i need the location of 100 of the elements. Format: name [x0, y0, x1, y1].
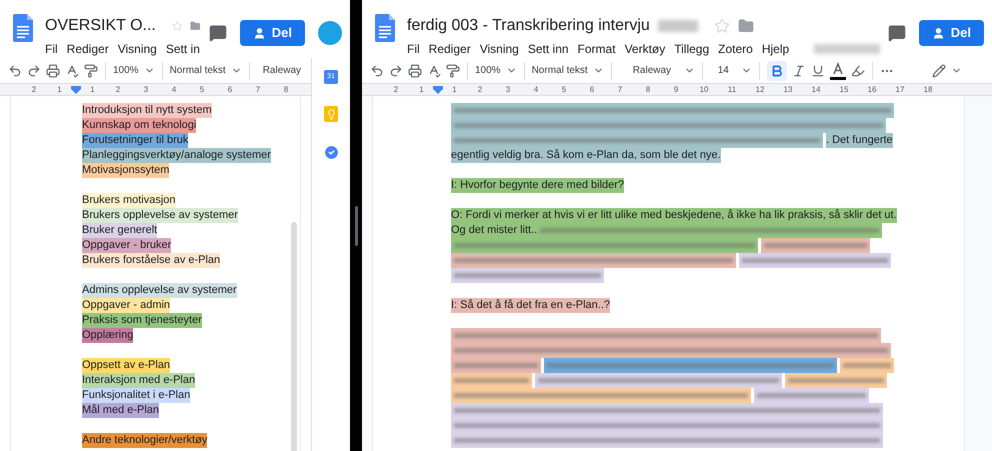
ruler-number: 2 — [392, 84, 400, 95]
code-label: Brukers motivasjon — [82, 193, 176, 208]
ruler-number: 4 — [532, 84, 540, 95]
ruler-number: 10 — [698, 84, 710, 95]
zoom-select[interactable]: 100% — [475, 63, 501, 78]
tasks-icon[interactable] — [322, 144, 340, 161]
ruler-number: 9 — [672, 84, 680, 95]
ruler-number: 13 — [782, 84, 794, 95]
code-label: Brukers opplevelse av systemer — [82, 208, 238, 223]
ruler-number: 15 — [838, 84, 850, 95]
transcript-text: Og det mister litt.. — [451, 223, 538, 238]
ruler-number: 5 — [560, 84, 568, 95]
redacted-name — [658, 20, 698, 32]
ruler-number: 1 — [451, 84, 458, 95]
paint-format-icon[interactable] — [446, 64, 460, 78]
code-label: Funksjonalitet i e-Plan — [82, 388, 190, 403]
italic-icon[interactable] — [792, 64, 806, 78]
ruler-number: 11 — [726, 84, 738, 95]
menu-item[interactable]: Zotero — [718, 40, 753, 58]
undo-icon[interactable] — [8, 64, 22, 78]
menu-item[interactable]: Visning — [480, 40, 519, 58]
comment-icon[interactable] — [208, 24, 227, 42]
bold-icon[interactable] — [766, 60, 787, 80]
person-icon — [932, 26, 945, 40]
redacted-email — [814, 44, 880, 54]
text-color-icon[interactable] — [830, 62, 846, 80]
ruler-number: 1 — [56, 84, 63, 95]
highlighter-icon[interactable] — [850, 64, 865, 78]
underline-icon[interactable] — [810, 64, 825, 78]
menu-item[interactable]: Tillegg — [674, 40, 710, 58]
ruler-number: 5 — [198, 84, 206, 95]
menu-item[interactable]: Format — [578, 40, 616, 58]
menu-item[interactable]: Sett in — [166, 40, 200, 58]
ruler-number: 7 — [254, 84, 262, 95]
code-label: Opplæring — [82, 328, 134, 343]
menu-item[interactable]: Fil — [45, 40, 58, 58]
code-label: Oppgaver - bruker — [82, 238, 172, 253]
menu-item[interactable]: Hjelp — [762, 40, 790, 58]
code-label: Introduksjon til nytt system — [82, 103, 212, 118]
share-button[interactable]: Del — [240, 20, 305, 46]
ruler-number: 2 — [476, 84, 484, 95]
redo-icon[interactable] — [389, 64, 403, 78]
font-select[interactable]: Raleway — [618, 63, 679, 78]
share-button[interactable]: Del — [918, 20, 984, 46]
code-label: Admins opplevelse av systemer — [82, 283, 237, 298]
menu-item[interactable]: Verktøy — [624, 40, 666, 58]
redo-icon[interactable] — [27, 64, 41, 78]
ruler-number: 16 — [866, 84, 878, 95]
ruler-number: 14 — [810, 84, 822, 95]
scrollbar-thumb[interactable] — [291, 222, 297, 451]
document-title[interactable]: OVERSIKT O... — [45, 14, 156, 38]
ruler-number: 3 — [142, 84, 150, 95]
menu-item[interactable]: Rediger — [66, 40, 109, 58]
pencil-icon[interactable] — [932, 64, 946, 78]
undo-icon[interactable] — [370, 64, 384, 78]
spellcheck-icon[interactable] — [427, 64, 441, 78]
zoom-select[interactable]: 100% — [113, 63, 139, 78]
divider-handle[interactable] — [354, 206, 358, 246]
comment-icon[interactable] — [888, 24, 906, 42]
transcript-text: I: Hvorfor begynte dere med bilder? — [451, 178, 624, 193]
transcript-text: egentlig veldig bra. Så kom e-Plan da, som ble det nye. — [451, 148, 721, 163]
star-icon[interactable] — [714, 18, 730, 34]
ruler-number: 17 — [894, 84, 906, 95]
code-label: Bruker generelt — [82, 223, 158, 238]
transcript-text: I: Så det å få det fra en e-Plan..? — [451, 298, 610, 313]
menu-item[interactable]: Visning — [118, 40, 157, 58]
style-select[interactable]: Normal tekst — [170, 63, 226, 78]
code-label: Oppsett av e-Plan — [82, 358, 170, 373]
paint-format-icon[interactable] — [84, 64, 98, 78]
code-label: Brukers forståelse av e-Plan — [82, 253, 220, 268]
ruler-number: 6 — [588, 84, 596, 95]
style-select[interactable]: Normal tekst — [532, 63, 588, 78]
ruler-number: 3 — [504, 84, 512, 95]
ruler-number: 7 — [616, 84, 624, 95]
menu-item[interactable]: Rediger — [428, 40, 471, 58]
code-label: Kunnskap om teknologi — [82, 118, 196, 133]
document-icon[interactable] — [375, 14, 395, 42]
person-icon — [252, 26, 266, 40]
print-icon[interactable] — [408, 64, 422, 78]
ruler-number: 8 — [282, 84, 290, 95]
ruler-number: 12 — [754, 84, 766, 95]
menu-item[interactable]: Sett inn — [528, 40, 569, 58]
font-select[interactable]: Raleway — [256, 63, 302, 78]
ruler-number: 1 — [89, 84, 96, 95]
code-label: Mål med e-Plan — [82, 403, 160, 418]
document-title[interactable]: ferdig 003 - Transkribering intervju — [407, 14, 650, 38]
menu-item[interactable]: Fil — [407, 40, 420, 58]
folder-icon[interactable] — [738, 18, 754, 34]
ruler-number: 4 — [170, 84, 178, 95]
transcript-text: . Det fungerte — [826, 133, 893, 148]
ruler-number: 8 — [644, 84, 652, 95]
ruler-number: 2 — [114, 84, 122, 95]
spellcheck-icon[interactable] — [65, 64, 79, 78]
print-icon[interactable] — [46, 64, 60, 78]
ruler-number: 6 — [226, 84, 234, 95]
avatar[interactable] — [318, 21, 342, 45]
document-icon[interactable] — [13, 14, 33, 42]
ruler-number: 1 — [418, 84, 425, 95]
font-size-field[interactable]: 14 — [710, 63, 736, 78]
ruler-number: 18 — [922, 84, 934, 95]
